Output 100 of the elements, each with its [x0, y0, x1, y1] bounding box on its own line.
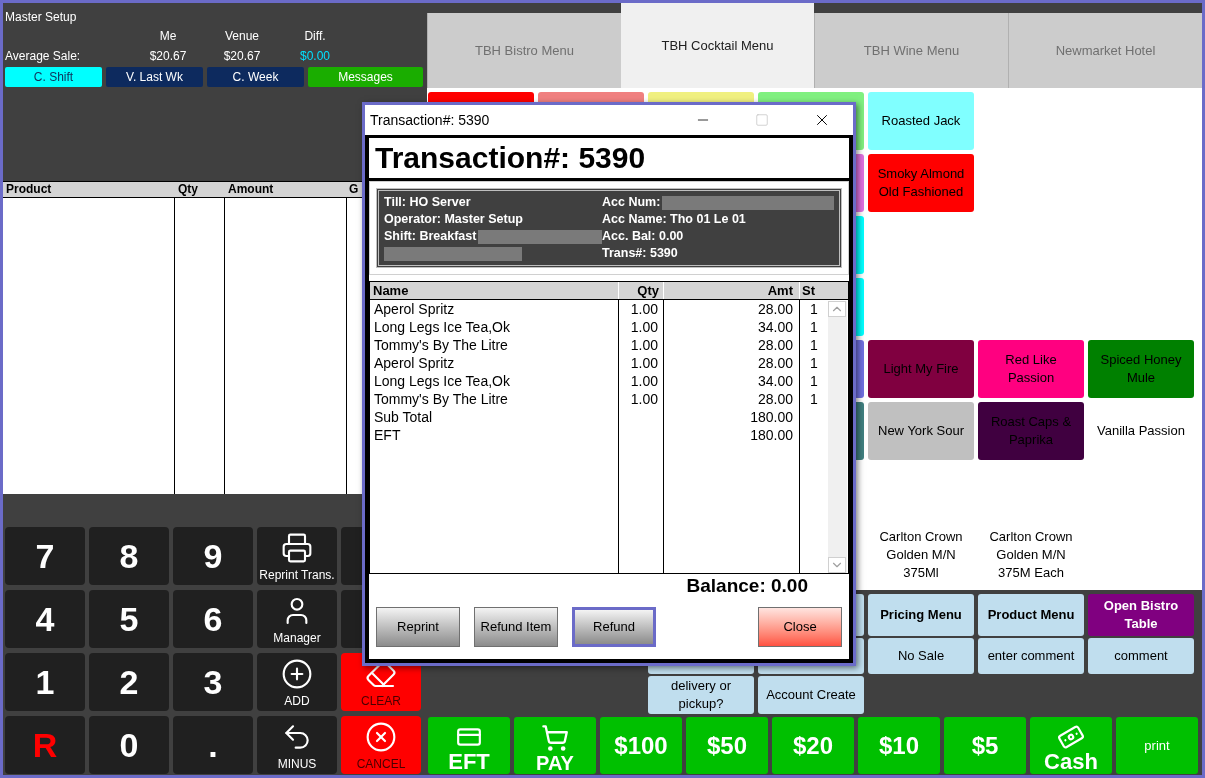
- column-header: St: [801, 282, 816, 299]
- menu-button[interactable]: Roasted Jack: [868, 92, 974, 150]
- dialog-title: Transaction#: 5390: [370, 110, 491, 130]
- keypad-key[interactable]: R: [5, 716, 85, 774]
- menu-button[interactable]: Open Bistro Table: [1088, 594, 1194, 636]
- keypad-action-key[interactable]: MINUS: [257, 716, 337, 774]
- table-cell-text: 1.00: [629, 300, 658, 318]
- menu-button[interactable]: Pricing Menu: [868, 594, 974, 636]
- keypad-key[interactable]: 3: [173, 653, 253, 711]
- stats-value: $0.00: [299, 48, 331, 65]
- menu-button[interactable]: comment: [1088, 638, 1194, 674]
- table-cell-text: 1: [810, 336, 819, 354]
- table-cell-text: Tommy's By The Litre: [374, 336, 509, 354]
- period-button[interactable]: V. Last Wk: [106, 67, 203, 87]
- keypad-action-key[interactable]: CANCEL: [341, 716, 421, 774]
- info-text: Trans#: 5390: [602, 245, 678, 263]
- menu-button[interactable]: Product Menu: [978, 594, 1084, 636]
- keypad-key[interactable]: 1: [5, 653, 85, 711]
- scroll-up-icon[interactable]: [828, 301, 846, 317]
- column-header: Product: [5, 182, 53, 197]
- period-button[interactable]: C. Shift: [5, 67, 102, 87]
- keypad-key[interactable]: 7: [5, 527, 85, 585]
- table-cell-text: 1: [810, 300, 819, 318]
- column-header: Amt: [664, 282, 800, 299]
- keypad-action-key[interactable]: Reprint Trans.: [257, 527, 337, 585]
- plus-circle-icon: [281, 658, 313, 690]
- table-cell-text: 1.00: [629, 336, 658, 354]
- stats-label: Average Sale:: [5, 48, 82, 65]
- keypad-key[interactable]: 8: [89, 527, 169, 585]
- column-header: Name: [370, 282, 619, 299]
- info-text: Shift: Breakfast: [384, 228, 477, 246]
- table-cell-text: 28.00: [756, 354, 793, 372]
- menu-button[interactable]: delivery or pickup?: [648, 676, 754, 714]
- stats-value: $20.67: [148, 48, 188, 65]
- keypad-action-key[interactable]: Manager: [257, 590, 337, 648]
- keypad-key[interactable]: .: [173, 716, 253, 774]
- table-cell-text: Aperol Spritz: [374, 354, 456, 372]
- table-cell-text: Tommy's By The Litre: [374, 390, 509, 408]
- keypad-key[interactable]: 5: [89, 590, 169, 648]
- info-text: Operator: Master Setup: [384, 211, 523, 229]
- menu-button[interactable]: Account Create: [758, 676, 864, 714]
- table-cell-text: 34.00: [756, 372, 793, 390]
- keypad-key[interactable]: 6: [173, 590, 253, 648]
- table-cell-text: 1: [810, 318, 819, 336]
- keypad-key[interactable]: 9: [173, 527, 253, 585]
- column-header: G: [348, 182, 359, 197]
- maximize-icon[interactable]: [755, 113, 769, 127]
- menu-tab[interactable]: TBH Cocktail Menu: [621, 3, 814, 88]
- printer-icon: [281, 532, 313, 564]
- info-text: Acc Name: Tho 01 Le 01: [602, 211, 746, 229]
- menu-button[interactable]: New York Sour: [868, 402, 974, 460]
- column-header: Amount: [227, 182, 275, 197]
- table-cell-text: Sub Total: [374, 408, 434, 426]
- menu-button[interactable]: Smoky Almond Old Fashioned: [868, 154, 974, 212]
- menu-button[interactable]: Spiced Honey Mule: [1088, 340, 1194, 398]
- table-cell-text: 180.00: [749, 426, 793, 444]
- table-cell-text: 1.00: [629, 372, 658, 390]
- column-header: Qty: [619, 282, 664, 299]
- table-cell-text: 34.00: [756, 318, 793, 336]
- scroll-down-icon[interactable]: [828, 557, 846, 573]
- stats-column-header: Diff.: [303, 28, 327, 45]
- transaction-heading: Transaction#: 5390: [369, 138, 849, 178]
- scrollbar[interactable]: [828, 301, 847, 573]
- table-cell-text: 1.00: [629, 318, 658, 336]
- table-cell-text: 1.00: [629, 354, 658, 372]
- cart-icon: [541, 724, 569, 752]
- table-cell-text: 1: [810, 354, 819, 372]
- table-cell-text: EFT: [374, 426, 402, 444]
- table-cell-text: Long Legs Ice Tea,Ok: [374, 372, 511, 390]
- menu-button[interactable]: No Sale: [868, 638, 974, 674]
- table-cell-text: Aperol Spritz: [374, 300, 456, 318]
- keypad-action-key[interactable]: ADD: [257, 653, 337, 711]
- table-cell-text: 180.00: [749, 408, 793, 426]
- period-button[interactable]: C. Week: [207, 67, 304, 87]
- menu-button[interactable]: enter comment: [978, 638, 1084, 674]
- dialog-button[interactable]: Refund Item: [474, 607, 558, 647]
- info-text: Acc Num:: [602, 194, 661, 212]
- info-text: Till: HO Server: [384, 194, 471, 212]
- dialog-button[interactable]: Reprint: [376, 607, 460, 647]
- info-text: Acc. Bal: 0.00: [602, 228, 684, 246]
- keypad-key[interactable]: 4: [5, 590, 85, 648]
- table-cell-text: Long Legs Ice Tea,Ok: [374, 318, 511, 336]
- table-cell-text: 28.00: [756, 300, 793, 318]
- table-cell-text: 1: [810, 390, 819, 408]
- dialog-button[interactable]: Refund: [572, 607, 656, 647]
- operator-name: Master Setup: [5, 9, 78, 26]
- table-cell-text: 28.00: [756, 390, 793, 408]
- stats-column-header: Venue: [223, 28, 260, 45]
- stats-column-header: Me: [158, 28, 178, 45]
- balance-text: Balance: 0.00: [686, 573, 808, 598]
- cancel-icon: [365, 721, 397, 753]
- table-cell-text: 1: [810, 372, 819, 390]
- column-header: Qty: [177, 182, 199, 197]
- stats-value: $20.67: [222, 48, 262, 65]
- keypad-key[interactable]: 0: [89, 716, 169, 774]
- close-button[interactable]: Close: [758, 607, 842, 647]
- table-cell-text: 1.00: [629, 390, 658, 408]
- table-cell-text: 28.00: [756, 336, 793, 354]
- menu-button[interactable]: Red Like Passion: [978, 340, 1084, 398]
- keypad-key[interactable]: 2: [89, 653, 169, 711]
